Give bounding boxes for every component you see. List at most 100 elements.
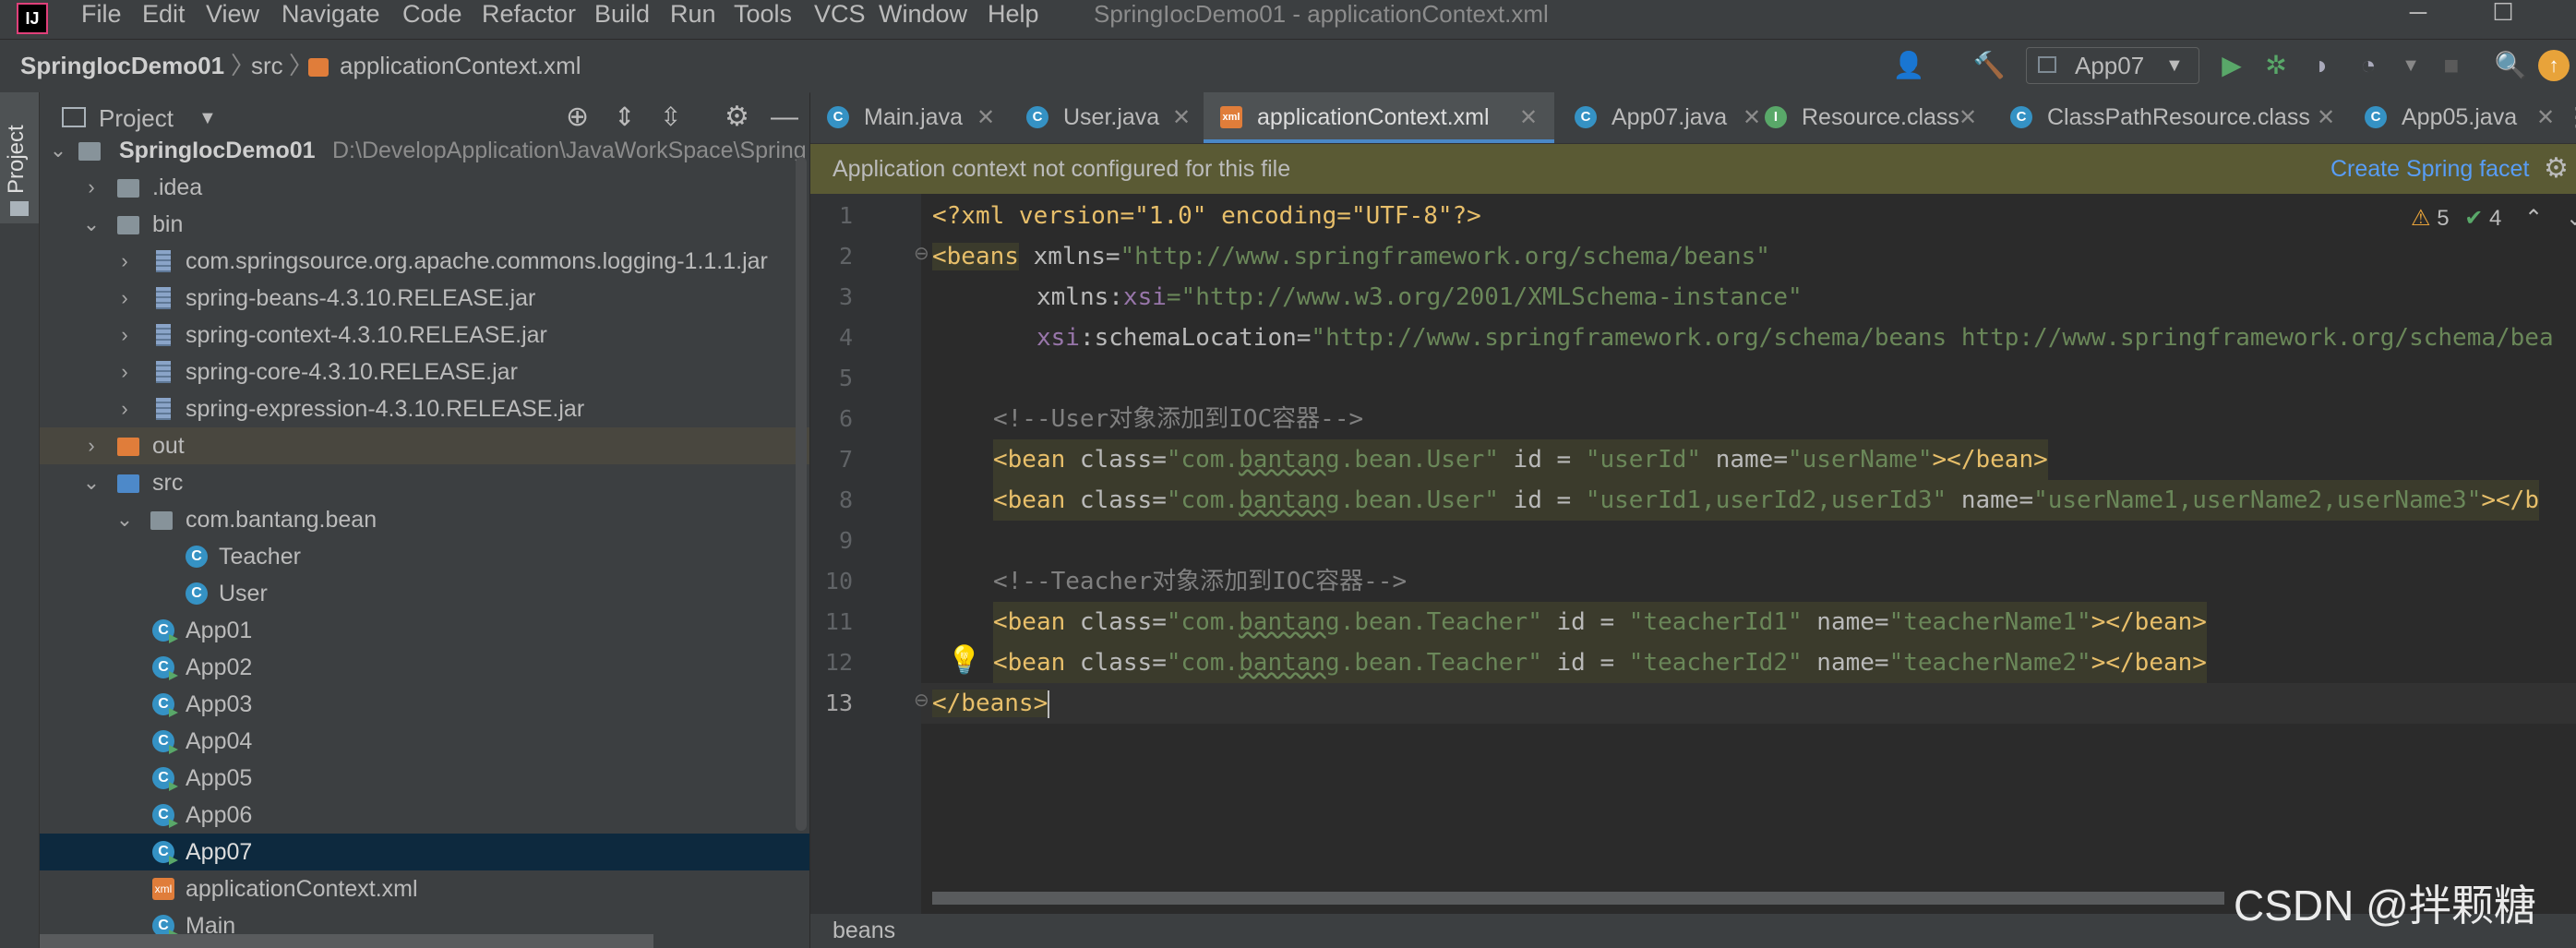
tree-row-jar[interactable]: › spring-beans-4.3.10.RELEASE.jar: [40, 280, 809, 317]
debug-icon[interactable]: ✲: [2258, 47, 2294, 84]
more-tabs-icon[interactable]: ⋮: [2564, 102, 2576, 132]
breadcrumb-file[interactable]: applicationContext.xml: [340, 51, 581, 80]
previous-highlight-icon[interactable]: ⌃: [2524, 206, 2543, 231]
minimize-icon[interactable]: ─: [2390, 0, 2446, 28]
close-icon[interactable]: ✕: [1172, 92, 1191, 143]
locate-icon[interactable]: ⊕: [566, 100, 589, 135]
tree-row-jar[interactable]: › spring-expression-4.3.10.RELEASE.jar: [40, 390, 809, 427]
xml-breadcrumb[interactable]: beans: [833, 914, 895, 948]
menu-tools[interactable]: Tools: [734, 0, 792, 28]
tree-row-xml[interactable]: xml applicationContext.xml: [40, 870, 809, 907]
chevron-right-icon[interactable]: ›: [115, 280, 134, 317]
breadcrumb-project[interactable]: SpringIocDemo01: [20, 51, 224, 80]
menu-vcs[interactable]: VCS: [814, 0, 866, 28]
build-hammer-icon[interactable]: 🔨: [1971, 47, 2007, 84]
tree-row-jar[interactable]: › com.springsource.org.apache.commons.lo…: [40, 243, 809, 280]
tree-row-app-selected[interactable]: C App07: [40, 834, 809, 870]
tree-row-app[interactable]: C App04: [40, 723, 809, 760]
attr: xmlns=: [1018, 243, 1120, 270]
fold-icon[interactable]: ⊖: [914, 242, 929, 265]
stop-icon[interactable]: ■: [2433, 47, 2470, 84]
more-run-icon[interactable]: ▼: [2392, 47, 2429, 84]
chevron-right-icon[interactable]: ›: [115, 390, 134, 427]
tree-label: .idea: [152, 174, 203, 200]
breadcrumb-src[interactable]: src: [251, 51, 283, 80]
tree-row-package[interactable]: ⌄ com.bantang.bean: [40, 501, 809, 538]
gear-icon[interactable]: ⚙: [2544, 144, 2569, 194]
tree-row-app[interactable]: C App02: [40, 649, 809, 686]
tree-row-class[interactable]: C Teacher: [40, 538, 809, 575]
run-icon[interactable]: ▶: [2213, 47, 2250, 84]
chevron-down-icon[interactable]: ⌄: [115, 501, 134, 538]
tree-horizontal-scrollbar[interactable]: [40, 934, 653, 948]
warning-count: 5: [2437, 206, 2450, 231]
menu-view[interactable]: View: [206, 0, 259, 28]
run-configuration-select[interactable]: App07 ▼: [2026, 47, 2199, 84]
coverage-icon[interactable]: ◗: [2304, 47, 2341, 84]
menu-refactor[interactable]: Refactor: [482, 0, 576, 28]
tree-row-app[interactable]: C App03: [40, 686, 809, 723]
menu-help[interactable]: Help: [988, 0, 1039, 28]
close-icon[interactable]: ✕: [2317, 92, 2335, 143]
lightbulb-icon[interactable]: 💡: [947, 644, 981, 677]
tree-row-jar[interactable]: › spring-context-4.3.10.RELEASE.jar: [40, 317, 809, 354]
menu-file[interactable]: File: [81, 0, 122, 28]
tree-row-app[interactable]: C App05: [40, 760, 809, 797]
collapse-all-icon[interactable]: ⇳: [660, 100, 681, 135]
tab-main-java[interactable]: C Main.java ✕: [810, 92, 1006, 143]
tree-row-out[interactable]: › out: [40, 427, 809, 464]
tab-app07-java[interactable]: C App07.java ✕: [1558, 92, 1768, 143]
tree-row-app[interactable]: C App06: [40, 797, 809, 834]
chevron-down-icon[interactable]: ▼: [198, 102, 217, 135]
gear-icon[interactable]: ⚙: [725, 100, 749, 135]
chevron-right-icon[interactable]: ›: [82, 169, 101, 206]
tree-row-app[interactable]: C App01: [40, 612, 809, 649]
close-icon[interactable]: ✕: [976, 92, 995, 143]
tab-app05-java[interactable]: C App05.java ✕: [2348, 92, 2560, 143]
project-view-title[interactable]: Project: [99, 102, 174, 135]
hide-panel-icon[interactable]: —: [771, 100, 798, 135]
tree-row-jar[interactable]: › spring-core-4.3.10.RELEASE.jar: [40, 354, 809, 390]
xml-file-icon: [308, 58, 329, 77]
tree-vertical-scrollbar[interactable]: [796, 157, 807, 831]
menu-run[interactable]: Run: [670, 0, 716, 28]
next-highlight-icon[interactable]: ⌄: [2566, 206, 2576, 231]
user-icon[interactable]: 👤: [1890, 47, 1927, 84]
menu-navigate[interactable]: Navigate: [282, 0, 380, 28]
tab-user-java[interactable]: C User.java ✕: [1010, 92, 1200, 143]
tab-classpathresource-class[interactable]: C ClassPathResource.class ✕: [1994, 92, 2348, 143]
tree-row-class[interactable]: C User: [40, 575, 809, 612]
chevron-right-icon[interactable]: ›: [82, 427, 101, 464]
close-icon[interactable]: ✕: [2536, 92, 2555, 143]
tree-row-root[interactable]: ⌄ SpringIocDemo01 D:\DevelopApplication\…: [40, 132, 809, 169]
close-icon[interactable]: ✕: [1519, 92, 1538, 143]
chevron-down-icon[interactable]: ⌄: [82, 464, 101, 501]
close-icon[interactable]: ✕: [1959, 92, 1977, 143]
chevron-right-icon[interactable]: ›: [115, 243, 134, 280]
maximize-icon[interactable]: ☐: [2475, 0, 2531, 28]
tag-open: <bean: [993, 649, 1066, 677]
menu-code[interactable]: Code: [402, 0, 462, 28]
menu-window[interactable]: Window: [879, 0, 967, 28]
update-icon[interactable]: ↑: [2538, 50, 2570, 81]
chevron-down-icon[interactable]: ⌄: [82, 206, 101, 243]
tag-open: <bean: [993, 446, 1066, 474]
menu-build[interactable]: Build: [594, 0, 650, 28]
chevron-down-icon[interactable]: ⌄: [49, 132, 67, 169]
tab-applicationcontext-xml[interactable]: xml applicationContext.xml ✕: [1204, 92, 1554, 143]
expand-all-icon[interactable]: ⇕: [614, 100, 635, 135]
chevron-right-icon[interactable]: ›: [115, 317, 134, 354]
tree-row-idea[interactable]: › .idea: [40, 169, 809, 206]
fold-icon[interactable]: ⊖: [914, 689, 929, 712]
menu-edit[interactable]: Edit: [142, 0, 186, 28]
inspection-widget[interactable]: ⚠ 5 ✔ 4 ⌃ ⌄: [2411, 205, 2576, 233]
profile-icon[interactable]: ◔: [2350, 47, 2387, 84]
project-tool-tab[interactable]: Project: [0, 92, 39, 223]
create-spring-facet-link[interactable]: Create Spring facet: [2330, 144, 2529, 194]
tab-resource-class[interactable]: I Resource.class ✕: [1748, 92, 1990, 143]
search-icon[interactable]: 🔍: [2492, 47, 2529, 84]
tree-row-bin[interactable]: ⌄ bin: [40, 206, 809, 243]
editor-horizontal-scrollbar[interactable]: [932, 892, 2224, 905]
chevron-right-icon[interactable]: ›: [115, 354, 134, 390]
tree-row-src[interactable]: ⌄ src: [40, 464, 809, 501]
